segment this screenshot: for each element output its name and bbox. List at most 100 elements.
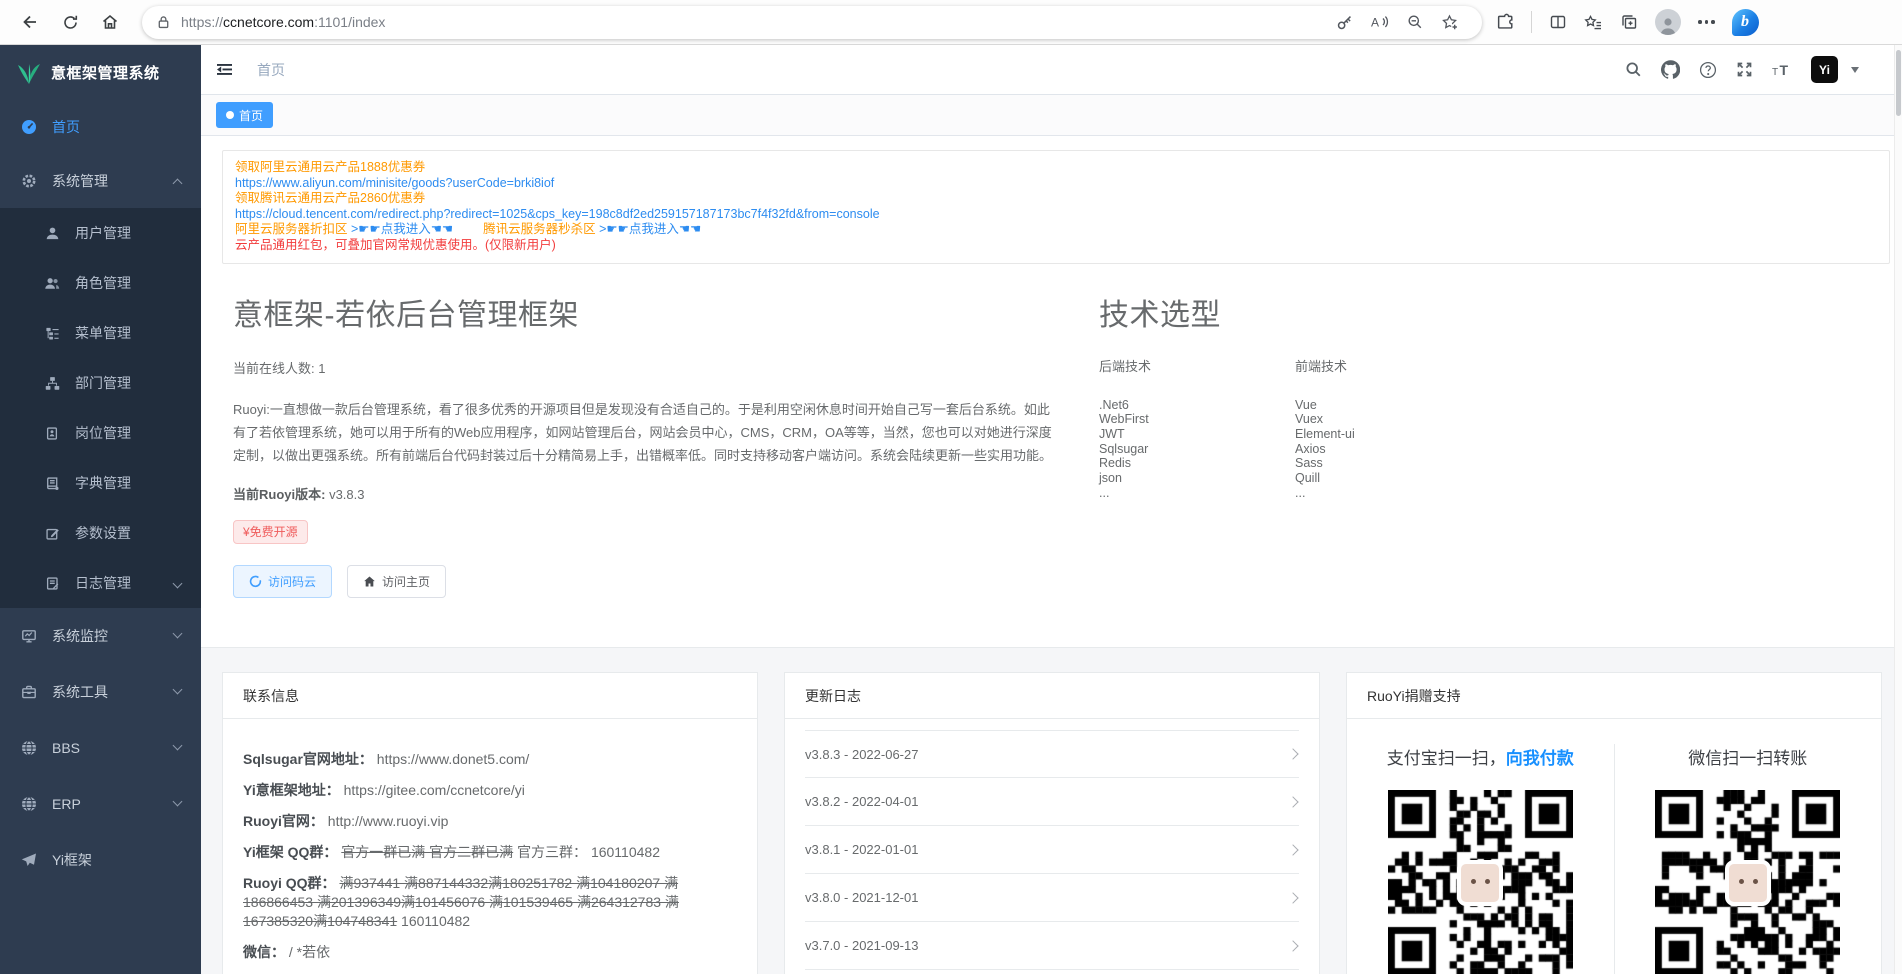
button-label: 访问码云 — [268, 573, 316, 590]
profile-avatar[interactable] — [1655, 9, 1681, 35]
panel-title: RuoYi捐赠支持 — [1347, 673, 1881, 719]
tech-item: Element-ui — [1295, 427, 1491, 442]
pay-me-link[interactable]: 向我付款 — [1506, 749, 1574, 768]
contact-label: Ruoyi官网： — [243, 813, 324, 829]
changelog-item[interactable]: v3.8.3 - 2022-06-27 — [805, 730, 1299, 778]
sidebar-item-user-management[interactable]: 用户管理 — [0, 208, 201, 258]
tech-item: Redis — [1099, 456, 1295, 471]
sidebar-item-bbs[interactable]: BBS — [0, 720, 201, 776]
tech-item: Vue — [1295, 398, 1491, 413]
copilot-icon[interactable]: b — [1732, 9, 1759, 36]
sidebar-item-erp[interactable]: ERP — [0, 776, 201, 832]
search-icon[interactable] — [1625, 61, 1642, 78]
favorites-icon[interactable] — [1584, 14, 1603, 31]
github-icon[interactable] — [1661, 60, 1680, 79]
backend-tech-list: 后端技术 .Net6 WebFirst JWT Sqlsugar Redis j… — [1099, 356, 1295, 501]
copilot-glyph: b — [1741, 13, 1749, 31]
contact-label: Sqlsugar官网地址： — [243, 751, 373, 767]
changelog-item[interactable]: v3.8.0 - 2021-12-01 — [805, 874, 1299, 922]
sidebar-item-param-settings[interactable]: 参数设置 — [0, 508, 201, 558]
key-icon[interactable] — [1336, 14, 1353, 31]
sidebar-item-role-management[interactable]: 角色管理 — [0, 258, 201, 308]
brand[interactable]: 意框架管理系统 — [0, 45, 201, 100]
sidebar-item-menu-management[interactable]: 菜单管理 — [0, 308, 201, 358]
sidebar-item-log-management[interactable]: 日志管理 — [0, 558, 201, 608]
tech-item: Sass — [1295, 456, 1491, 471]
visit-gitee-button[interactable]: 访问码云 — [233, 565, 332, 598]
tab-active-dot — [226, 111, 234, 119]
read-aloud-icon[interactable]: A — [1371, 14, 1389, 30]
chevron-down-icon[interactable] — [1851, 67, 1859, 73]
sidebar-item-label: 首页 — [52, 117, 80, 137]
address-bar[interactable]: https://ccnetcore.com:1101/index A — [142, 6, 1482, 39]
home-hero-section: 领取阿里云通用云产品1888优惠券 https://www.aliyun.com… — [201, 136, 1902, 648]
qr-center-photo — [1725, 860, 1771, 906]
notice-link[interactable]: >☛☛点我进入☚☚ — [351, 222, 453, 236]
sidebar-fold-icon[interactable] — [216, 61, 233, 78]
tab-home[interactable]: 首页 — [216, 102, 273, 128]
breadcrumb[interactable]: 首页 — [257, 60, 285, 80]
favorite-star-icon[interactable] — [1441, 14, 1459, 31]
contact-row: Sqlsugar官网地址： https://www.donet5.com/ — [243, 750, 737, 769]
dictionary-icon — [43, 476, 61, 491]
zoom-out-icon[interactable] — [1407, 14, 1423, 30]
lock-icon — [156, 14, 171, 30]
app-navbar: 首页 TT Yi — [201, 45, 1902, 95]
notice-link[interactable]: >☛☛点我进入☚☚ — [599, 222, 701, 236]
help-icon[interactable] — [1699, 61, 1717, 79]
collections-icon[interactable] — [1620, 13, 1638, 31]
page-scrollbar[interactable] — [1894, 45, 1902, 974]
contact-value: 160110482 — [401, 913, 470, 929]
changelog-item[interactable]: v3.8.2 - 2022-04-01 — [805, 778, 1299, 826]
tech-item: WebFirst — [1099, 412, 1295, 427]
contact-link[interactable]: https://www.donet5.com/ — [377, 751, 530, 767]
chevron-right-icon — [1287, 796, 1298, 807]
sidebar-item-label: 参数设置 — [75, 523, 131, 543]
svg-text:T: T — [1780, 62, 1789, 78]
alipay-qr-code — [1388, 790, 1573, 974]
contact-row: Ruoyi官网： http://www.ruoyi.vip — [243, 812, 737, 831]
changelog-item[interactable]: v3.8.1 - 2022-01-01 — [805, 826, 1299, 874]
notice-link[interactable]: https://www.aliyun.com/minisite/goods?us… — [235, 176, 1877, 192]
sidebar: 意框架管理系统 首页 系统管理 用户管理 角色管理 菜单管理 — [0, 45, 201, 974]
scrollbar-thumb[interactable] — [1896, 50, 1901, 116]
notice-line: 云产品通用红包，可叠加官网常规优惠使用。(仅限新用户) — [235, 238, 1877, 254]
intro-column: 意框架-若依后台管理框架 当前在线人数: 1 Ruoyi:一直想做一款后台管理系… — [233, 290, 1061, 598]
badge-icon — [43, 426, 61, 441]
contact-info-panel: 联系信息 Sqlsugar官网地址： https://www.donet5.co… — [222, 672, 758, 974]
sidebar-item-dict-management[interactable]: 字典管理 — [0, 458, 201, 508]
user-icon — [43, 226, 61, 241]
changelog-item[interactable]: v3.7.0 - 2021-09-13 — [805, 922, 1299, 970]
sidebar-item-system-monitor[interactable]: 系统监控 — [0, 608, 201, 664]
contact-row: Ruoyi QQ群： 满937441 满887144332满180251782 … — [243, 874, 737, 931]
svg-text:T: T — [1772, 67, 1778, 78]
sidebar-item-system-tools[interactable]: 系统工具 — [0, 664, 201, 720]
home-button[interactable] — [93, 5, 127, 39]
sidebar-item-dept-management[interactable]: 部门管理 — [0, 358, 201, 408]
brand-title: 意框架管理系统 — [51, 62, 160, 83]
notice-link[interactable]: https://cloud.tencent.com/redirect.php?r… — [235, 207, 1877, 223]
extensions-icon[interactable] — [1496, 13, 1514, 31]
contact-link[interactable]: https://gitee.com/ccnetcore/yi — [344, 782, 525, 798]
split-screen-icon[interactable] — [1549, 13, 1567, 31]
sidebar-item-yi-framework[interactable]: Yi框架 — [0, 832, 201, 888]
contact-label: 微信： — [243, 944, 285, 960]
sidebar-item-post-management[interactable]: 岗位管理 — [0, 408, 201, 458]
sidebar-item-home[interactable]: 首页 — [0, 100, 201, 154]
contact-label: Ruoyi QQ群： — [243, 875, 336, 891]
back-button[interactable] — [13, 5, 47, 39]
changelog-panel: 更新日志 v3.8.3 - 2022-06-27 v3.8.2 - 2022-0… — [784, 672, 1320, 974]
fullscreen-icon[interactable] — [1736, 61, 1753, 78]
sidebar-item-label: 系统监控 — [52, 626, 108, 646]
refresh-button[interactable] — [53, 5, 87, 39]
contact-link[interactable]: http://www.ruoyi.vip — [328, 813, 449, 829]
paper-plane-icon — [20, 852, 38, 868]
font-size-icon[interactable]: TT — [1772, 62, 1792, 78]
more-menu-icon[interactable] — [1698, 20, 1715, 24]
changelog-label: v3.8.0 - 2021-12-01 — [805, 890, 918, 905]
chevron-right-icon — [1287, 748, 1298, 759]
sidebar-item-system-management[interactable]: 系统管理 — [0, 154, 201, 208]
version-line: 当前Ruoyi版本: v3.8.3 — [233, 484, 1061, 503]
avatar[interactable]: Yi — [1811, 56, 1838, 83]
visit-homepage-button[interactable]: 访问主页 — [347, 565, 446, 598]
